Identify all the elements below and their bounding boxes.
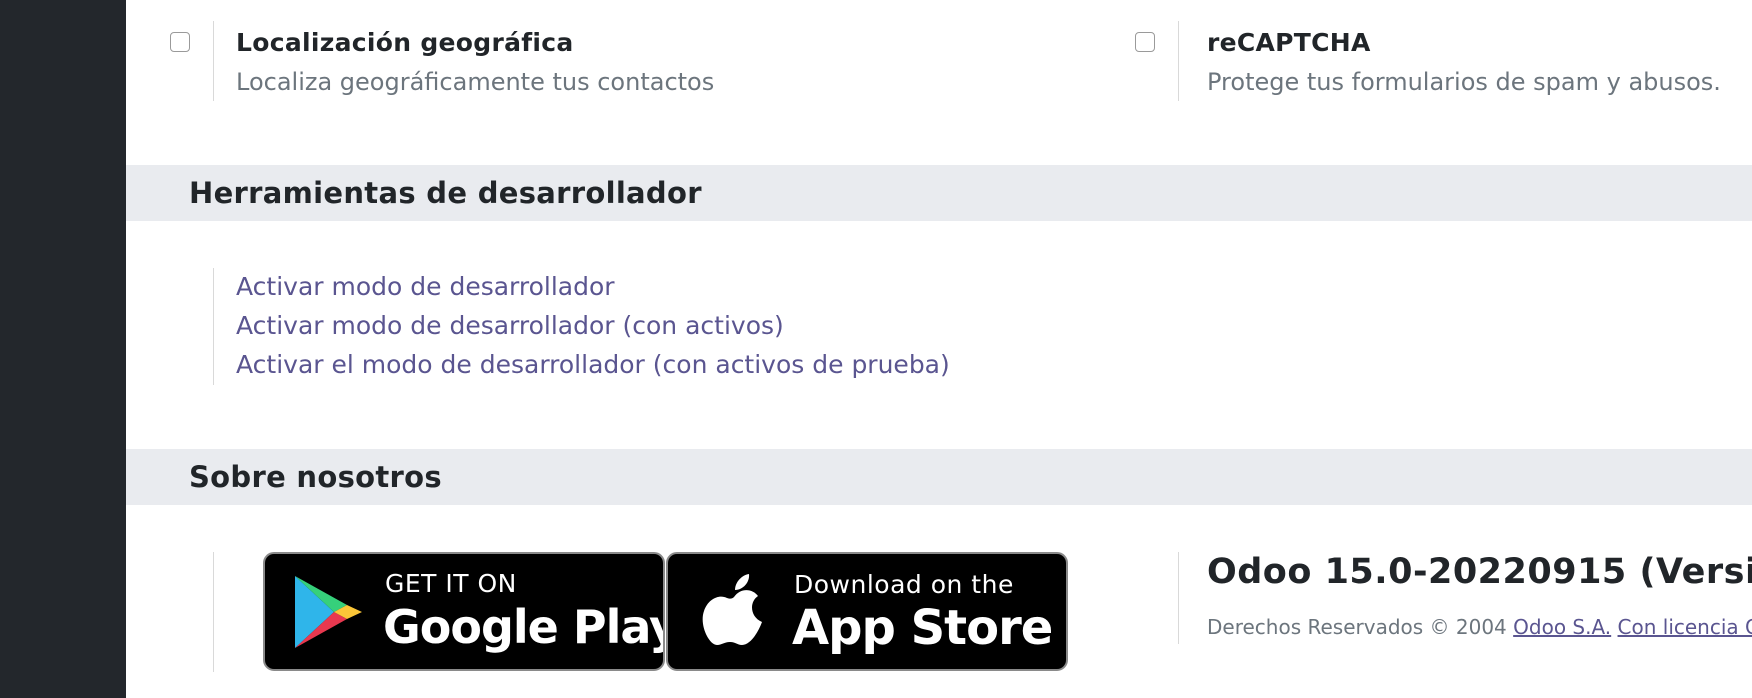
google-play-icon bbox=[295, 576, 362, 648]
developer-tools-heading: Herramientas de desarrollador bbox=[189, 176, 702, 210]
google-play-button[interactable]: GET IT ON Google Play bbox=[263, 552, 665, 671]
google-play-top-text: GET IT ON bbox=[385, 569, 517, 598]
activate-developer-mode-link[interactable]: Activar modo de desarrollador bbox=[236, 272, 615, 301]
license-link[interactable]: Con licencia G bbox=[1618, 615, 1752, 639]
odoo-version: Odoo 15.0-20220915 (Versión bbox=[1207, 552, 1752, 592]
google-play-bottom-text: Google Play bbox=[383, 600, 665, 654]
setting-divider bbox=[213, 21, 214, 101]
recaptcha-description: Protege tus formularios de spam y abusos… bbox=[1207, 68, 1721, 96]
recaptcha-checkbox[interactable] bbox=[1135, 32, 1155, 52]
app-store-button[interactable]: Download on the App Store bbox=[666, 552, 1068, 671]
apple-icon bbox=[702, 574, 762, 645]
app-sidebar bbox=[0, 0, 126, 698]
odoo-sa-link[interactable]: Odoo S.A. bbox=[1513, 615, 1611, 639]
about-divider bbox=[213, 552, 214, 672]
activate-developer-mode-assets-link[interactable]: Activar modo de desarrollador (con activ… bbox=[236, 311, 784, 340]
about-info-divider bbox=[1178, 552, 1179, 644]
geolocation-title: Localización geográfica bbox=[236, 28, 574, 57]
developer-tools-header: Herramientas de desarrollador bbox=[126, 165, 1752, 221]
app-store-top-text: Download on the bbox=[794, 570, 1014, 599]
about-header: Sobre nosotros bbox=[126, 449, 1752, 505]
geolocation-description: Localiza geográficamente tus contactos bbox=[236, 68, 715, 96]
settings-content: Localización geográfica Localiza geográf… bbox=[126, 0, 1752, 698]
activate-developer-mode-test-assets-link[interactable]: Activar el modo de desarrollador (con ac… bbox=[236, 350, 950, 379]
geolocation-checkbox[interactable] bbox=[170, 32, 190, 52]
about-heading: Sobre nosotros bbox=[189, 460, 442, 494]
recaptcha-title: reCAPTCHA bbox=[1207, 28, 1371, 57]
setting-divider bbox=[1178, 21, 1179, 101]
copyright-text: Derechos Reservados © 2004 bbox=[1207, 615, 1507, 639]
app-store-bottom-text: App Store bbox=[792, 600, 1053, 656]
copyright-line: Derechos Reservados © 2004 Odoo S.A. Con… bbox=[1207, 615, 1752, 639]
dev-tools-divider bbox=[213, 268, 214, 385]
